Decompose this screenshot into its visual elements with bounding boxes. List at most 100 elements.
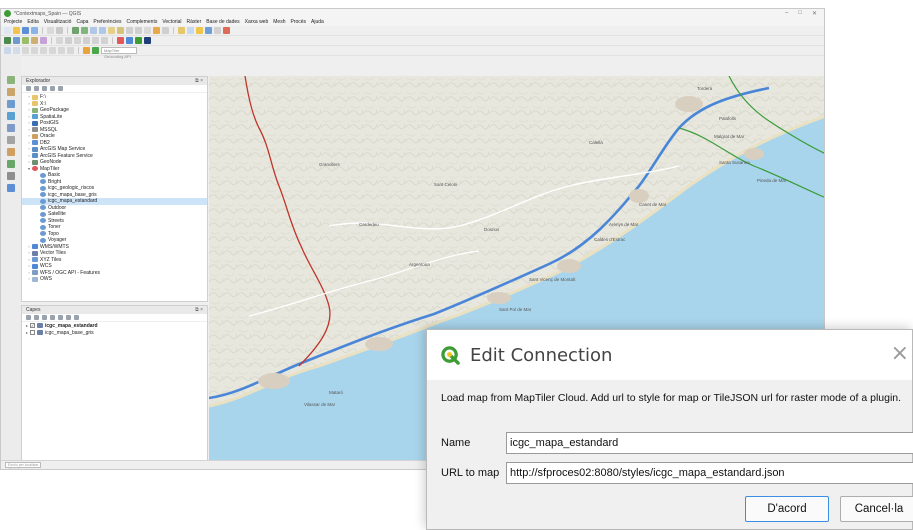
show-labels-icon[interactable] bbox=[74, 37, 81, 44]
panel-float-icon[interactable]: ⧉ × bbox=[195, 307, 203, 313]
maximize-icon[interactable]: □ bbox=[798, 10, 802, 17]
browser-item[interactable]: › OWS bbox=[22, 276, 207, 283]
locator-search-input[interactable]: Escriu per localitzar (Ctrl+K) bbox=[5, 462, 41, 469]
layer-visibility-checkbox[interactable]: ✓ bbox=[30, 323, 36, 328]
zoom-full-icon[interactable] bbox=[108, 27, 115, 34]
collapse-all-icon[interactable] bbox=[50, 86, 55, 91]
save-project-icon[interactable] bbox=[22, 27, 29, 34]
save-as-icon[interactable] bbox=[31, 27, 38, 34]
close-window-icon[interactable]: ✕ bbox=[812, 10, 817, 17]
manage-themes-icon[interactable] bbox=[42, 315, 47, 320]
panel-float-icon[interactable]: ⧉ × bbox=[195, 78, 203, 84]
print-layout-icon[interactable] bbox=[47, 27, 54, 34]
new-project-icon[interactable] bbox=[4, 27, 11, 34]
filter-legend-icon[interactable] bbox=[50, 315, 55, 320]
add-vector-icon[interactable] bbox=[22, 37, 29, 44]
measure-icon[interactable] bbox=[214, 27, 221, 34]
python-console-icon[interactable] bbox=[126, 37, 133, 44]
new-layer-icon[interactable] bbox=[7, 184, 15, 192]
open-styling-icon[interactable] bbox=[26, 315, 31, 320]
add-wfs-icon[interactable] bbox=[7, 172, 15, 180]
attribute-table-icon[interactable] bbox=[187, 27, 194, 34]
show-filter-icon[interactable] bbox=[42, 86, 47, 91]
processing-toolbox-icon[interactable] bbox=[144, 37, 151, 44]
menu-item-12[interactable]: Ajuda bbox=[311, 19, 324, 25]
cancel-button[interactable]: Cancel·la bbox=[840, 496, 913, 522]
menu-item-9[interactable]: Xarxa web bbox=[245, 19, 269, 25]
change-label-icon[interactable] bbox=[101, 37, 108, 44]
select-icon[interactable] bbox=[196, 27, 203, 34]
zoom-last-icon[interactable] bbox=[126, 27, 133, 34]
layer-visibility-checkbox[interactable] bbox=[30, 330, 36, 335]
identify-icon[interactable] bbox=[178, 27, 185, 34]
add-raster-icon[interactable] bbox=[31, 37, 38, 44]
chevron-right-icon[interactable]: ▸ bbox=[26, 323, 28, 328]
menu-item-2[interactable]: Visualització bbox=[44, 19, 72, 25]
add-wms-icon[interactable] bbox=[7, 160, 15, 168]
add-delimited-icon[interactable] bbox=[7, 100, 15, 108]
move-label-icon[interactable] bbox=[83, 37, 90, 44]
menu-item-1[interactable]: Edita bbox=[27, 19, 38, 25]
layer-item[interactable]: ▸ icgc_mapa_base_gris bbox=[22, 329, 207, 336]
menu-item-6[interactable]: Vectorial bbox=[162, 19, 181, 25]
menu-item-7[interactable]: Ràster bbox=[187, 19, 202, 25]
label-tool-icon[interactable] bbox=[56, 37, 63, 44]
add-group-icon[interactable] bbox=[34, 315, 39, 320]
cut-icon[interactable] bbox=[49, 47, 56, 54]
name-input[interactable]: icgc_mapa_estandard bbox=[506, 432, 913, 454]
delete-feature-icon[interactable] bbox=[40, 47, 47, 54]
menu-item-5[interactable]: Complements bbox=[126, 19, 157, 25]
add-oracle-icon[interactable] bbox=[7, 148, 15, 156]
new-map-view-icon[interactable] bbox=[144, 27, 151, 34]
menu-item-11[interactable]: Procés bbox=[290, 19, 306, 25]
statistics-icon[interactable] bbox=[205, 27, 212, 34]
maptiler-icon[interactable] bbox=[117, 37, 124, 44]
plugin-icon[interactable] bbox=[135, 37, 142, 44]
collapse-all-icon[interactable] bbox=[66, 315, 71, 320]
paste-icon[interactable] bbox=[67, 47, 74, 54]
zoom-layer-icon[interactable] bbox=[117, 27, 124, 34]
geocoding-search-input[interactable]: MapTiler Geocoding API bbox=[101, 47, 137, 59]
add-raster-layer-icon[interactable] bbox=[7, 88, 15, 96]
chevron-right-icon[interactable]: ▸ bbox=[26, 330, 28, 335]
zoom-next-icon[interactable] bbox=[135, 27, 142, 34]
menu-item-4[interactable]: Preferències bbox=[93, 19, 121, 25]
editing-toggle-icon[interactable] bbox=[4, 47, 11, 54]
refresh-icon[interactable] bbox=[26, 86, 31, 91]
copy-icon[interactable] bbox=[58, 47, 65, 54]
pan-to-selection-icon[interactable] bbox=[81, 27, 88, 34]
save-edits-icon[interactable] bbox=[13, 47, 20, 54]
url-input[interactable]: http://sfproces02:8080/styles/icgc_mapa_… bbox=[506, 462, 913, 484]
close-icon[interactable]: × bbox=[891, 343, 909, 365]
maptiler-add-icon[interactable] bbox=[83, 47, 90, 54]
add-vector-layer-icon[interactable] bbox=[7, 76, 15, 84]
open-project-icon[interactable] bbox=[13, 27, 20, 34]
vertex-tool-icon[interactable] bbox=[31, 47, 38, 54]
menu-item-10[interactable]: Mesh bbox=[273, 19, 285, 25]
digitize-icon[interactable] bbox=[4, 37, 11, 44]
add-feature-icon[interactable] bbox=[22, 47, 29, 54]
rotate-label-icon[interactable] bbox=[92, 37, 99, 44]
properties-icon[interactable] bbox=[58, 86, 63, 91]
add-mesh-icon[interactable] bbox=[40, 37, 47, 44]
layout-manager-icon[interactable] bbox=[56, 27, 63, 34]
zoom-out-icon[interactable] bbox=[99, 27, 106, 34]
expand-all-icon[interactable] bbox=[58, 315, 63, 320]
zoom-in-icon[interactable] bbox=[90, 27, 97, 34]
pin-labels-icon[interactable] bbox=[65, 37, 72, 44]
add-postgis-icon[interactable] bbox=[7, 124, 15, 132]
menu-item-3[interactable]: Capa bbox=[76, 19, 88, 25]
maptiler-geocoding-icon[interactable] bbox=[92, 47, 99, 54]
ok-button[interactable]: D'acord bbox=[745, 496, 829, 522]
deselect-icon[interactable] bbox=[223, 27, 230, 34]
layer-item[interactable]: ▸ ✓ icgc_mapa_estandard bbox=[22, 322, 207, 329]
add-layer-icon[interactable] bbox=[13, 37, 20, 44]
remove-layer-icon[interactable] bbox=[74, 315, 79, 320]
menu-item-8[interactable]: Base de dades bbox=[206, 19, 239, 25]
minimize-icon[interactable]: – bbox=[785, 10, 788, 17]
add-mssql-icon[interactable] bbox=[7, 136, 15, 144]
pan-icon[interactable] bbox=[72, 27, 79, 34]
menu-item-0[interactable]: Projecte bbox=[4, 19, 22, 25]
bookmark-icon[interactable] bbox=[153, 27, 160, 34]
add-spatialite-icon[interactable] bbox=[7, 112, 15, 120]
